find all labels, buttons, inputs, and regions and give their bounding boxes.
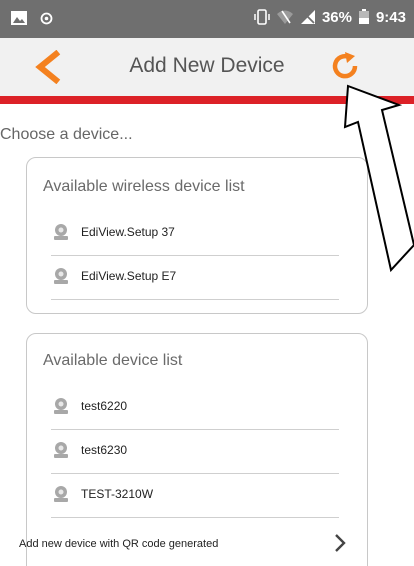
chevron-right-icon — [335, 534, 346, 552]
app-header: Add New Device — [0, 38, 414, 96]
header-accent-bar — [0, 96, 414, 104]
device-row[interactable]: test6230 — [51, 432, 339, 474]
battery-icon — [358, 9, 369, 24]
sync-notification-icon — [40, 12, 53, 24]
wireless-device-row[interactable]: EdiView.Setup E7 — [51, 258, 339, 300]
wireless-device-row[interactable]: EdiView.Setup 37 — [51, 214, 339, 256]
device-name: test6220 — [81, 399, 128, 413]
add-qr-device-row[interactable]: Add new device with QR code generated — [17, 528, 347, 564]
screen: 36% 9:43 Add New Device Choose a device.… — [0, 0, 414, 566]
camera-icon — [54, 268, 68, 284]
device-name: EdiView.Setup E7 — [81, 269, 177, 283]
camera-icon — [54, 442, 68, 458]
status-bar: 36% 9:43 — [0, 0, 414, 38]
wireless-device-card: Available wireless device list EdiView.S… — [26, 157, 368, 314]
battery-percent: 36% — [321, 8, 352, 26]
device-list-title: Available device list — [43, 352, 183, 369]
camera-icon — [54, 224, 68, 240]
device-name: TEST-3210W — [81, 487, 154, 501]
device-row[interactable]: TEST-3210W — [51, 476, 339, 518]
refresh-icon — [332, 52, 358, 79]
refresh-button[interactable] — [328, 49, 362, 83]
image-notification-icon — [11, 11, 27, 25]
camera-icon — [54, 398, 68, 414]
vibrate-icon — [254, 9, 270, 25]
add-qr-device-label: Add new device with QR code generated — [19, 538, 219, 550]
wifi-icon — [276, 10, 293, 24]
camera-icon — [54, 486, 68, 502]
device-list-card: Available device list test6220 test6230 — [19, 333, 368, 566]
status-left-icons — [10, 10, 53, 26]
status-right-icons: 36% 9:43 — [254, 8, 406, 26]
cellular-signal-icon — [300, 10, 315, 24]
device-row[interactable]: test6220 — [51, 388, 339, 430]
wireless-list-title: Available wireless device list — [43, 178, 245, 195]
device-name: EdiView.Setup 37 — [81, 225, 175, 239]
device-name: test6230 — [81, 443, 128, 457]
clock: 9:43 — [375, 8, 406, 26]
choose-device-label: Choose a device... — [0, 126, 133, 143]
